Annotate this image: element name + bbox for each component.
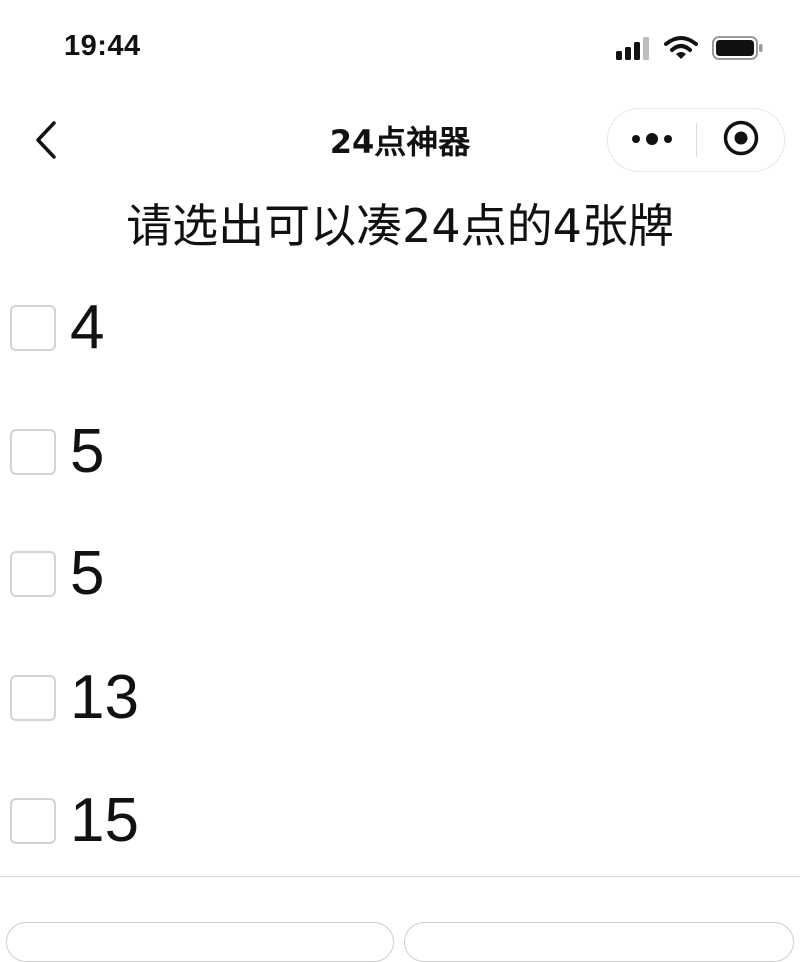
target-close-icon bbox=[722, 119, 760, 161]
card-checkbox[interactable] bbox=[10, 675, 56, 721]
card-option-1[interactable]: 4 bbox=[0, 290, 800, 370]
more-dots-icon bbox=[630, 131, 674, 150]
status-time: 19:44 bbox=[64, 30, 141, 62]
status-icons bbox=[616, 34, 764, 66]
card-label: 13 bbox=[70, 663, 139, 732]
card-checkbox[interactable] bbox=[10, 429, 56, 475]
card-label: 5 bbox=[70, 417, 105, 486]
prompt-text: 请选出可以凑24点的4张牌 bbox=[126, 199, 674, 253]
bottom-right-button[interactable] bbox=[404, 922, 794, 962]
more-button[interactable] bbox=[608, 109, 696, 171]
cellular-signal-icon bbox=[616, 36, 650, 64]
card-checkbox[interactable] bbox=[10, 305, 56, 351]
card-label: 4 bbox=[70, 293, 105, 362]
battery-icon bbox=[712, 35, 764, 65]
card-label: 15 bbox=[70, 786, 139, 855]
card-checkbox[interactable] bbox=[10, 798, 56, 844]
card-label: 5 bbox=[70, 539, 105, 608]
bottom-left-button[interactable] bbox=[6, 922, 394, 962]
wifi-icon bbox=[664, 35, 698, 65]
card-option-2[interactable]: 5 bbox=[0, 414, 800, 494]
bottom-divider bbox=[0, 876, 800, 877]
card-checkbox[interactable] bbox=[10, 551, 56, 597]
close-button[interactable] bbox=[697, 109, 785, 171]
card-option-5[interactable]: 15 bbox=[0, 783, 800, 863]
card-option-4[interactable]: 13 bbox=[0, 660, 800, 740]
mini-program-capsule bbox=[607, 108, 785, 172]
card-option-3[interactable]: 5 bbox=[0, 536, 800, 616]
status-bar: 19:44 bbox=[0, 0, 800, 100]
nav-bar: 24点神器 bbox=[0, 100, 800, 186]
